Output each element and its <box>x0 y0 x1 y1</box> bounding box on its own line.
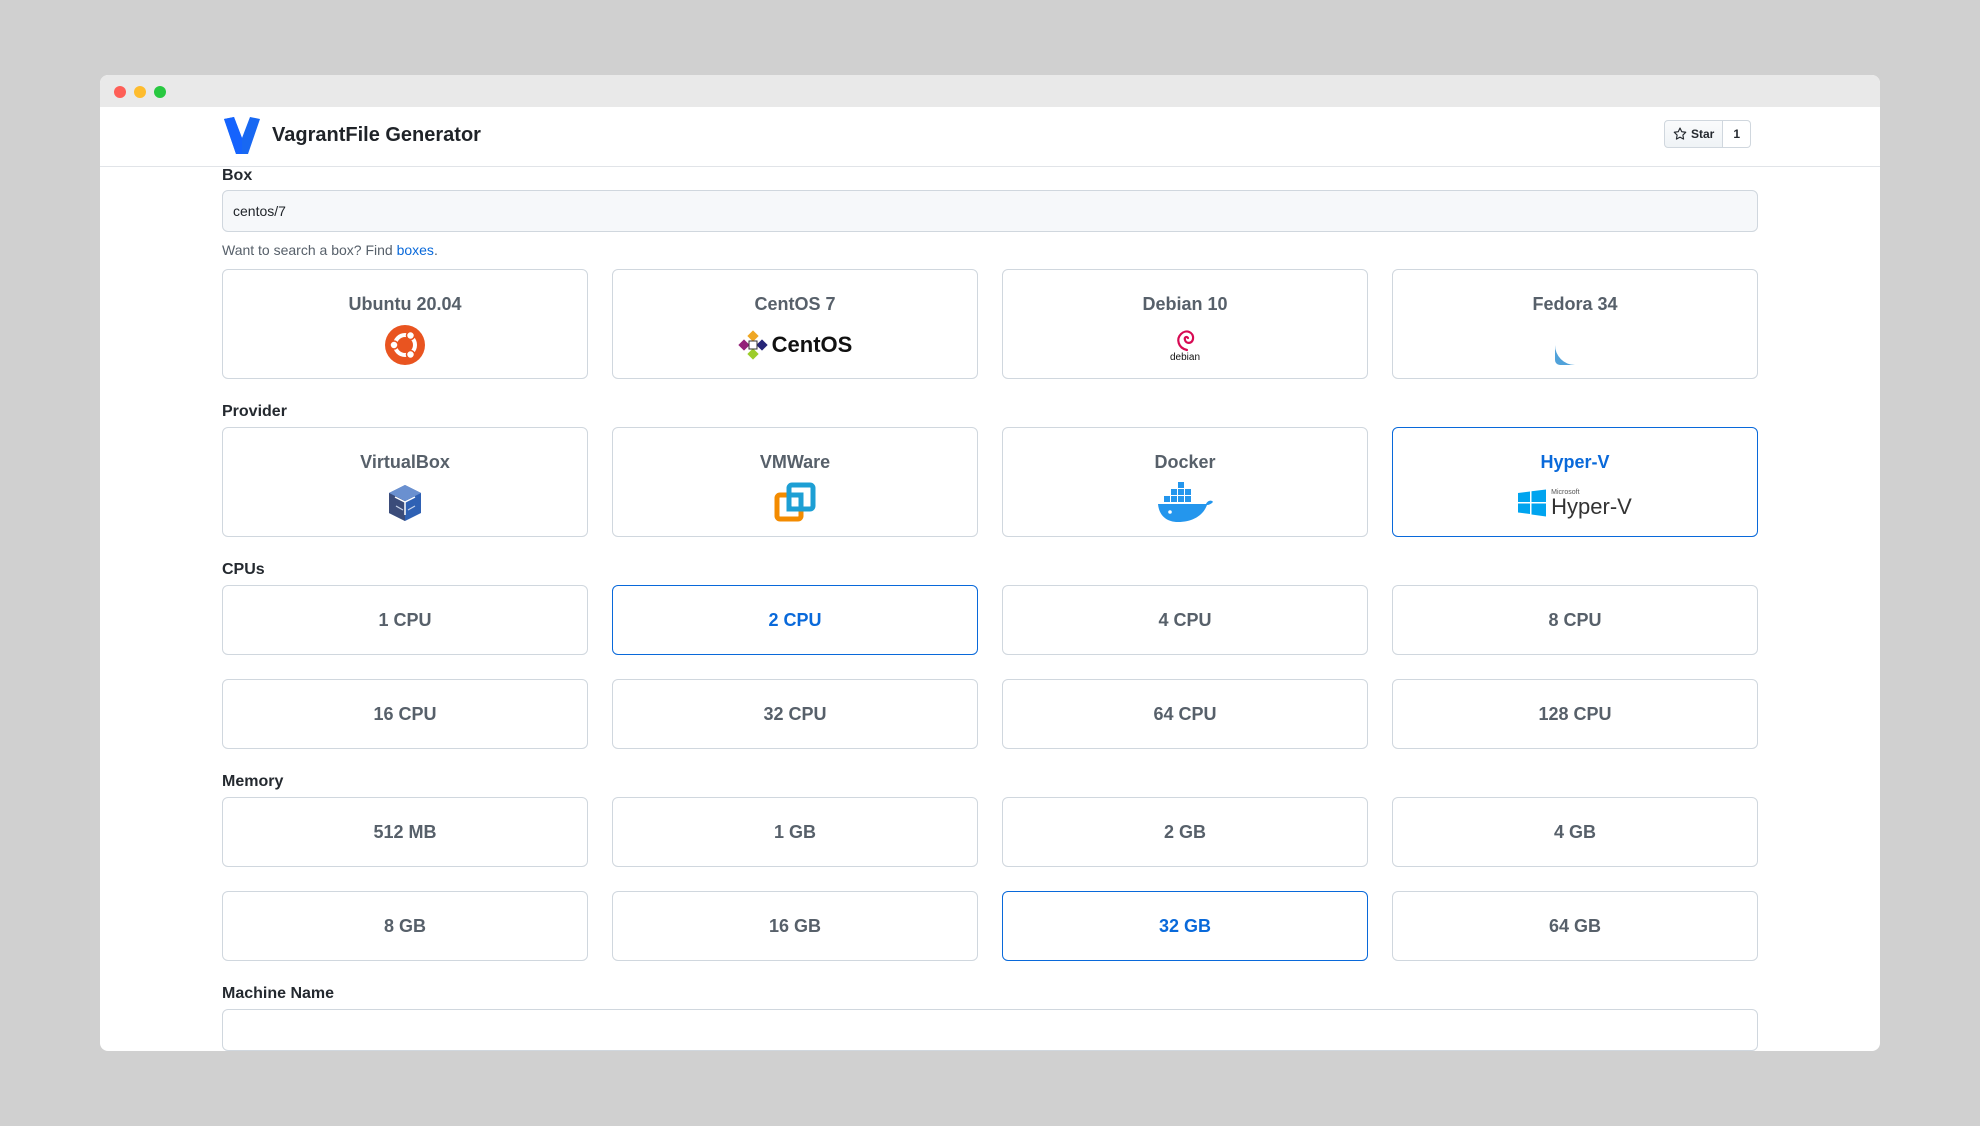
debian-logo-text: debian <box>1169 352 1201 363</box>
provider-option-docker[interactable]: Docker <box>1002 427 1368 537</box>
close-window-icon[interactable] <box>114 86 126 98</box>
vagrant-logo-icon <box>224 117 260 154</box>
box-option-label: Ubuntu 20.04 <box>348 294 462 314</box>
github-star-widget: Star 1 <box>1664 120 1752 148</box>
cpu-option-8[interactable]: 8 CPU <box>1392 585 1758 655</box>
hyperv-logo-icon <box>1518 489 1547 517</box>
provider-option-label: Docker <box>1154 452 1216 472</box>
centos-logo-text: CentOS <box>771 332 853 357</box>
box-input[interactable]: centos/7 <box>222 190 1758 232</box>
vmware-logo-icon <box>774 482 816 522</box>
cpus-section-label: CPUs <box>222 561 265 578</box>
app-header: VagrantFile Generator Star 1 <box>100 107 1880 167</box>
box-option-label: Fedora 34 <box>1532 294 1618 314</box>
box-option-debian[interactable]: Debian 10 debian <box>1002 269 1368 379</box>
memory-section-label: Memory <box>222 773 284 790</box>
memory-option-16gb[interactable]: 16 GB <box>612 891 978 961</box>
box-option-label: CentOS 7 <box>754 294 836 314</box>
minimize-window-icon[interactable] <box>134 86 146 98</box>
cpu-option-64[interactable]: 64 CPU <box>1002 679 1368 749</box>
provider-option-hyperv[interactable]: Hyper-V Microsoft Hyper-V <box>1392 427 1758 537</box>
maximize-window-icon[interactable] <box>154 86 166 98</box>
virtualbox-logo-icon <box>389 485 421 521</box>
box-option-centos[interactable]: CentOS 7 CentOS <box>612 269 978 379</box>
star-label: Star <box>1691 127 1715 141</box>
memory-option-2gb[interactable]: 2 GB <box>1002 797 1368 867</box>
cpu-option-2[interactable]: 2 CPU <box>612 585 978 655</box>
star-icon <box>1673 127 1687 140</box>
memory-option-32gb[interactable]: 32 GB <box>1002 891 1368 961</box>
star-count[interactable]: 1 <box>1723 120 1752 148</box>
fedora-logo-icon <box>1555 325 1595 365</box>
box-section-label: Box <box>222 167 253 184</box>
memory-option-512mb[interactable]: 512 MB <box>222 797 588 867</box>
memory-option-4gb[interactable]: 4 GB <box>1392 797 1758 867</box>
box-option-label: Debian 10 <box>1142 294 1228 314</box>
github-star-button[interactable]: Star <box>1664 120 1724 148</box>
debian-logo-icon <box>1177 330 1195 352</box>
cpu-option-4[interactable]: 4 CPU <box>1002 585 1368 655</box>
cpu-option-128[interactable]: 128 CPU <box>1392 679 1758 749</box>
provider-option-label: VMWare <box>759 452 831 472</box>
provider-option-virtualbox[interactable]: VirtualBox <box>222 427 588 537</box>
window-titlebar <box>100 75 1880 107</box>
hyperv-logo-text: Hyper-V <box>1551 493 1632 519</box>
memory-option-1gb[interactable]: 1 GB <box>612 797 978 867</box>
machine-name-section-label: Machine Name <box>222 985 335 1002</box>
cpu-option-1[interactable]: 1 CPU <box>222 585 588 655</box>
provider-option-label: VirtualBox <box>360 452 450 472</box>
cpu-option-16[interactable]: 16 CPU <box>222 679 588 749</box>
machine-name-input[interactable] <box>222 1009 1758 1051</box>
box-option-fedora[interactable]: Fedora 34 <box>1392 269 1758 379</box>
provider-option-vmware[interactable]: VMWare <box>612 427 978 537</box>
ubuntu-logo-icon <box>385 325 425 365</box>
docker-logo-icon <box>1158 482 1213 522</box>
cpu-option-32[interactable]: 32 CPU <box>612 679 978 749</box>
browser-window: VagrantFile Generator Star 1 Box centos/… <box>100 75 1880 1051</box>
memory-option-64gb[interactable]: 64 GB <box>1392 891 1758 961</box>
provider-option-label: Hyper-V <box>1540 452 1610 472</box>
box-option-ubuntu[interactable]: Ubuntu 20.04 <box>222 269 588 379</box>
box-hint: Want to search a box? Find boxes. <box>222 242 438 258</box>
app-title: VagrantFile Generator <box>272 124 481 146</box>
memory-option-8gb[interactable]: 8 GB <box>222 891 588 961</box>
boxes-link[interactable]: boxes <box>397 242 434 258</box>
provider-section-label: Provider <box>222 403 287 420</box>
centos-logo-icon <box>737 330 768 360</box>
